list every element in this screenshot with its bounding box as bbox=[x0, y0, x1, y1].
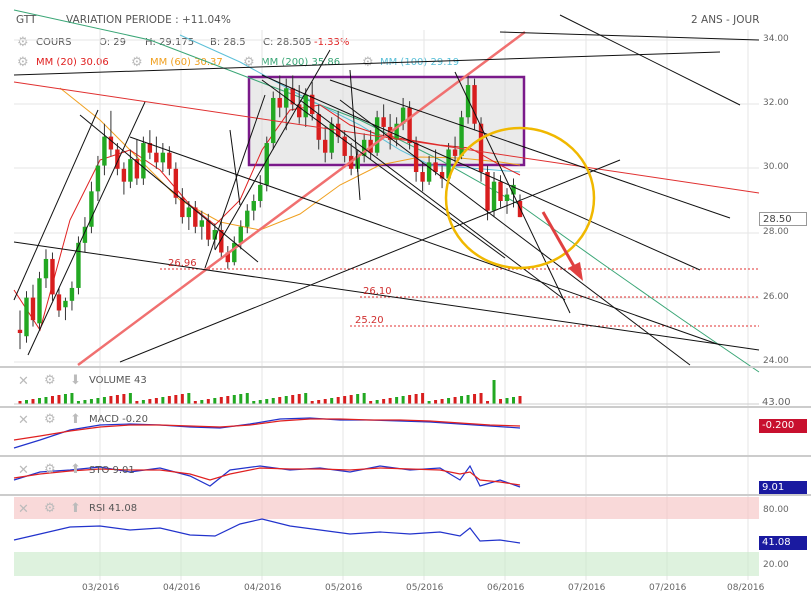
rsi-label: RSI 41.08 bbox=[89, 503, 138, 514]
rsi-axis-label: 20.00 bbox=[763, 560, 789, 570]
rsi-tag: 41.08 bbox=[759, 536, 807, 550]
arrow-up-icon[interactable]: ⬆ bbox=[70, 502, 81, 515]
x-axis-label: 07/2016 bbox=[568, 583, 606, 593]
x-axis-label: 08/2016 bbox=[727, 583, 765, 593]
x-axis-label: 04/2016 bbox=[244, 583, 282, 593]
x-axis-label: 04/2016 bbox=[163, 583, 201, 593]
rsi-axis-label: 80.00 bbox=[763, 505, 789, 515]
close-icon[interactable]: ✕ bbox=[18, 503, 29, 516]
rsi-line bbox=[13, 518, 521, 544]
rsi-oversold-zone bbox=[14, 552, 759, 576]
x-axis-label: 03/2016 bbox=[82, 583, 120, 593]
x-axis-label: 06/2016 bbox=[487, 583, 525, 593]
x-axis-label: 05/2016 bbox=[325, 583, 363, 593]
x-axis-label: 05/2016 bbox=[406, 583, 444, 593]
gear-icon[interactable]: ⚙ bbox=[44, 502, 56, 515]
x-axis-label: 07/2016 bbox=[649, 583, 687, 593]
